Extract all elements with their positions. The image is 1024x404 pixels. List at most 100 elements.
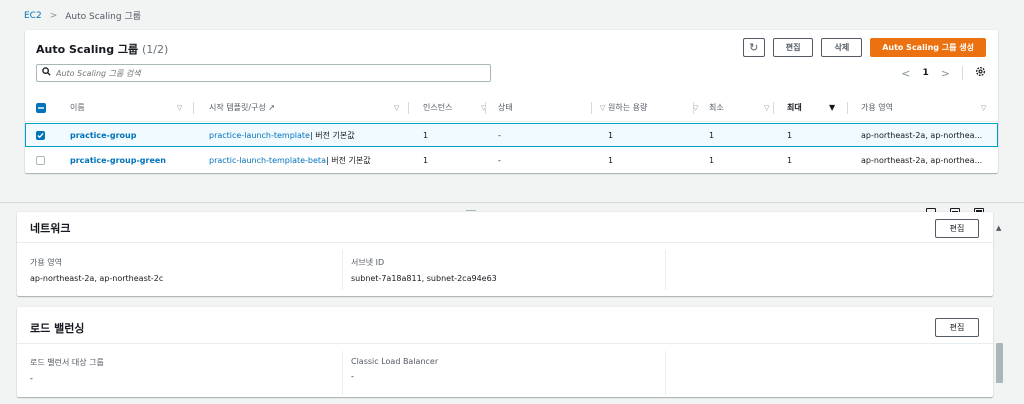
col-header-instances[interactable]: 인스턴스 ▽ [423,94,493,121]
launch-template-link[interactable]: practic-launch-template-beta [209,156,326,165]
sort-icon: ▽ [600,103,606,112]
availability-zones-field: 가용 영역 ap-northeast-2a, ap-northeast-2c [30,257,163,283]
column-divider [485,102,486,114]
group-name-link[interactable]: practice-group [70,124,136,146]
split-panel-divider [0,202,1024,203]
col-header-desired-capacity[interactable]: 원하는 용량 ▽ [608,94,703,121]
prev-page-icon[interactable]: < [901,67,910,80]
launch-template-link[interactable]: practice-launch-template [209,131,310,140]
panel-actions: ↻ 편집 삭제 Auto Scaling 그룹 생성 [742,38,986,57]
col-header-name[interactable]: 이름 ▽ [70,94,185,121]
panel-title: Auto Scaling 그룹 (1/2) [36,41,168,57]
checked-icon [36,130,45,140]
pager-divider [962,66,963,80]
edit-button[interactable]: 편집 [772,38,814,57]
next-page-icon[interactable]: > [941,67,950,80]
instances-cell: 1 [423,155,429,165]
table-header: 이름 ▽ 시작 템플릿/구성 ↗ ▽ 인스턴스 ▽ 상태 ▽ 원하는 용량 ▽ 최소 ▽ 최… [25,94,998,122]
row-checkbox[interactable] [36,148,45,172]
min-cell: 1 [709,155,715,165]
clb-label: Classic Load Balancer [351,357,439,366]
subnet-label: 서브넷 ID [351,258,385,267]
breadcrumb-ec2-link[interactable]: EC2 [24,11,42,21]
classic-load-balancer-field: Classic Load Balancer - [351,357,438,381]
column-divider [665,250,666,290]
template-version: | 버전 기본값 [309,130,355,140]
column-divider [193,102,194,114]
select-all-checkbox[interactable] [36,94,46,121]
launch-template-cell: practice-launch-template | 버전 기본값 [209,124,355,146]
status-cell: - [498,155,501,165]
breadcrumb-separator: > [49,10,58,21]
search-icon [42,67,51,79]
column-divider [693,102,694,114]
subnet-id-field: 서브넷 ID subnet-7a18a811, subnet-2ca94e63 [351,257,497,283]
breadcrumb-current: Auto Scaling 그룹 [65,12,142,22]
col-header-availability-zones[interactable]: 가용 영역 ▽ [861,94,991,121]
divider [17,343,993,344]
delete-button[interactable]: 삭제 [821,38,863,57]
desired-capacity-cell: 1 [608,130,614,140]
divider [17,242,993,243]
current-page[interactable]: 1 [923,68,929,78]
max-cell: 1 [787,155,793,165]
col-header-launch-template[interactable]: 시작 템플릿/구성 ↗ ▽ [209,94,404,121]
refresh-button[interactable]: ↻ [742,38,765,57]
availability-zones-cell: ap-northeast-2a, ap-northea... [861,155,983,165]
target-groups-value: - [30,374,33,383]
col-header-max[interactable]: 최대 ▼ [787,94,847,121]
col-header-min[interactable]: 최소 ▽ [709,94,774,121]
load-balancing-edit-button[interactable]: 편집 [935,318,979,337]
panel-title-text: Auto Scaling 그룹 [36,43,139,56]
instances-cell: 1 [423,130,429,140]
group-name-link[interactable]: prcatice-group-green [70,148,166,172]
status-cell: - [498,130,501,140]
max-cell: 1 [787,130,793,140]
target-groups-field: 로드 밸런서 대상 그룹 - [30,357,104,383]
sort-icon: ▽ [981,103,987,112]
scrollbar[interactable]: ▲ [994,218,1004,398]
network-title: 네트워크 [30,222,71,235]
unchecked-icon [36,155,45,165]
subnet-value: subnet-7a18a811, subnet-2ca94e63 [351,274,497,283]
scrollbar-thumb[interactable] [996,343,1003,383]
pagination: < 1 > [901,66,986,80]
column-divider [665,351,666,395]
scroll-up-icon[interactable]: ▲ [996,224,1001,232]
sort-icon: ▽ [394,103,400,112]
row-checkbox[interactable] [36,124,45,146]
launch-template-cell: practic-launch-template-beta | 버전 기본값 [209,148,371,172]
target-groups-label: 로드 밸런서 대상 그룹 [30,358,104,367]
select-all-indeterminate-icon [36,102,46,113]
column-divider [408,102,409,114]
network-panel: 네트워크 편집 가용 영역 ap-northeast-2a, ap-northe… [17,212,993,296]
selection-count: (1/2) [142,43,169,56]
az-label: 가용 영역 [30,258,62,267]
network-edit-button[interactable]: 편집 [935,219,979,238]
column-divider [773,102,774,114]
template-version: | 버전 기본값 [325,155,371,165]
min-cell: 1 [709,130,715,140]
auto-scaling-groups-panel: Auto Scaling 그룹 (1/2) ↻ 편집 삭제 Auto Scali… [25,30,998,173]
column-divider [847,102,848,114]
sort-icon: ▽ [177,103,183,112]
sort-icon: ▽ [764,103,770,112]
breadcrumb: EC2 > Auto Scaling 그룹 [24,9,142,23]
load-balancing-title: 로드 밸런싱 [30,322,85,335]
clb-value: - [351,372,354,381]
column-divider [342,351,343,395]
column-divider [591,102,592,114]
create-auto-scaling-group-button[interactable]: Auto Scaling 그룹 생성 [870,38,986,57]
table-row[interactable]: prcatice-group-green practic-launch-temp… [25,148,998,172]
settings-gear-icon[interactable] [975,66,986,80]
desired-capacity-cell: 1 [608,155,614,165]
refresh-icon: ↻ [749,41,759,54]
search-input[interactable] [56,68,476,78]
sort-descending-icon: ▼ [829,103,836,112]
table-row[interactable]: practice-group practice-launch-template … [25,123,998,147]
column-divider [342,250,343,290]
az-value: ap-northeast-2a, ap-northeast-2c [30,274,164,283]
availability-zones-cell: ap-northeast-2a, ap-northea... [861,130,983,140]
search-box[interactable] [36,64,491,82]
load-balancing-panel: 로드 밸런싱 편집 로드 밸런서 대상 그룹 - Classic Load Ba… [17,307,993,397]
